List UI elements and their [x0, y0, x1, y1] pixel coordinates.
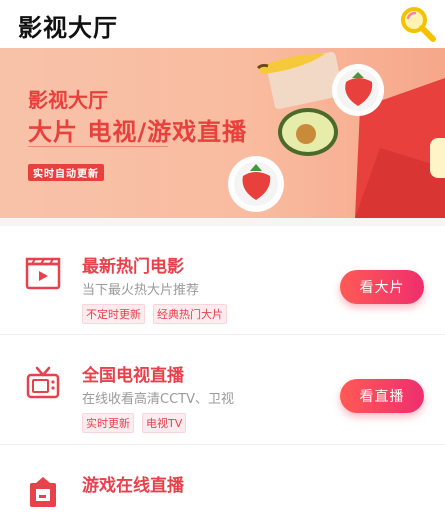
card-tags: 不定时更新 经典热门大片	[82, 304, 227, 324]
banner-subtitle: 大片 电视/游戏直播	[28, 118, 248, 146]
card-title: 最新热门电影	[82, 257, 184, 277]
game-icon	[30, 477, 56, 507]
card-tags: 实时更新 电视TV	[82, 413, 187, 433]
promo-banner[interactable]: 影视大厅 大片 电视/游戏直播 实时自动更新	[0, 48, 445, 218]
section-gap	[0, 218, 445, 226]
banner-title: 影视大厅	[28, 88, 108, 112]
game-icon-wrap	[24, 475, 62, 511]
card-title: 游戏在线直播	[82, 476, 184, 496]
movie-card[interactable]: 最新热门电影 当下最火热大片推荐 不定时更新 经典热门大片 看大片	[0, 226, 445, 334]
watch-movie-button[interactable]: 看大片	[340, 270, 424, 304]
card-description: 当下最火热大片推荐	[82, 283, 200, 298]
tv-card[interactable]: 全国电视直播 在线收看高清CCTV、卫视 实时更新 电视TV 看直播	[0, 335, 445, 443]
tag: 不定时更新	[82, 304, 145, 324]
card-title: 全国电视直播	[82, 366, 184, 386]
tv-icon	[26, 366, 60, 399]
search-button[interactable]	[398, 4, 438, 44]
banner-badge: 实时自动更新	[28, 164, 104, 181]
tv-icon-wrap	[24, 365, 62, 401]
page-title: 影视大厅	[18, 14, 118, 42]
card-description: 在线收看高清CCTV、卫视	[82, 392, 234, 407]
header: 影视大厅	[0, 0, 445, 48]
game-card[interactable]: 游戏在线直播	[0, 445, 445, 507]
film-icon-wrap	[24, 256, 62, 292]
search-icon	[401, 7, 436, 42]
banner-divider	[28, 146, 168, 147]
tag: 电视TV	[142, 413, 187, 433]
tag: 实时更新	[82, 413, 134, 433]
tag: 经典热门大片	[153, 304, 227, 324]
watch-tv-button[interactable]: 看直播	[340, 379, 424, 413]
film-icon	[25, 257, 61, 290]
